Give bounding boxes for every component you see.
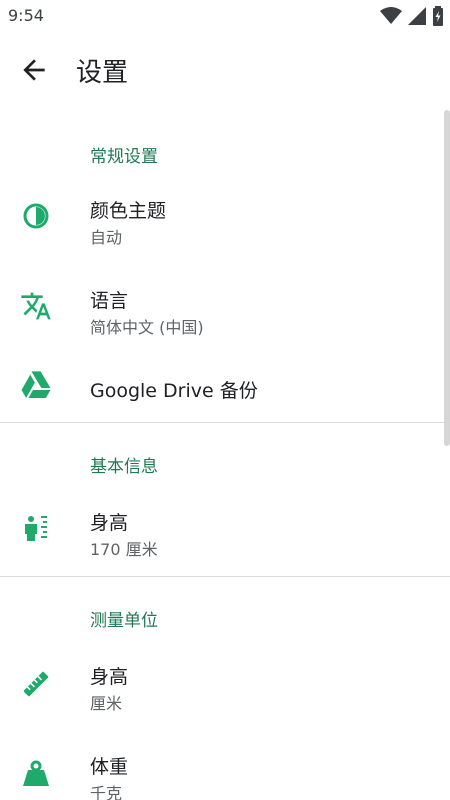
language-value: 简体中文 (中国) bbox=[90, 318, 204, 337]
section-header-units: 测量单位 bbox=[90, 611, 158, 631]
color-theme-value: 自动 bbox=[90, 228, 123, 247]
google-drive-icon bbox=[20, 370, 52, 402]
height-label: 身高 bbox=[90, 512, 129, 534]
wifi-icon bbox=[380, 7, 402, 24]
section-header-basic-info: 基本信息 bbox=[90, 457, 158, 477]
height-unit-item[interactable]: 身高 厘米 bbox=[0, 640, 440, 720]
weight-unit-item[interactable]: 体重 千克 bbox=[0, 730, 440, 800]
status-time: 9:54 bbox=[8, 6, 44, 25]
scrollbar[interactable] bbox=[444, 110, 450, 446]
divider bbox=[0, 576, 450, 577]
language-label: 语言 bbox=[90, 290, 129, 312]
status-bar: 9:54 bbox=[0, 0, 450, 32]
google-drive-backup-item[interactable]: Google Drive 备份 bbox=[0, 348, 440, 420]
status-icons bbox=[380, 6, 444, 26]
back-button[interactable] bbox=[18, 54, 50, 86]
google-drive-backup-label: Google Drive 备份 bbox=[90, 380, 258, 402]
settings-list[interactable]: 常规设置 颜色主题 自动 语言 简体中文 (中国) Google Drive 备… bbox=[0, 108, 450, 800]
section-header-general: 常规设置 bbox=[90, 147, 158, 167]
ruler-icon bbox=[20, 668, 52, 700]
divider bbox=[0, 422, 450, 423]
height-value: 170 厘米 bbox=[90, 540, 158, 559]
weight-unit-label: 体重 bbox=[90, 756, 129, 778]
arrow-back-icon bbox=[23, 59, 45, 81]
weight-unit-value: 千克 bbox=[90, 784, 123, 800]
person-height-icon bbox=[20, 512, 52, 544]
app-bar: 设置 bbox=[0, 32, 450, 108]
signal-icon bbox=[408, 7, 426, 25]
height-unit-value: 厘米 bbox=[90, 694, 123, 713]
page-title: 设置 bbox=[76, 58, 129, 88]
height-item[interactable]: 身高 170 厘米 bbox=[0, 486, 440, 566]
language-item[interactable]: 语言 简体中文 (中国) bbox=[0, 264, 440, 344]
color-theme-label: 颜色主题 bbox=[90, 200, 167, 222]
battery-icon bbox=[433, 6, 443, 26]
translate-icon bbox=[20, 290, 52, 322]
weight-icon bbox=[20, 758, 52, 790]
height-unit-label: 身高 bbox=[90, 666, 129, 688]
contrast-icon bbox=[20, 200, 52, 232]
color-theme-item[interactable]: 颜色主题 自动 bbox=[0, 174, 440, 254]
